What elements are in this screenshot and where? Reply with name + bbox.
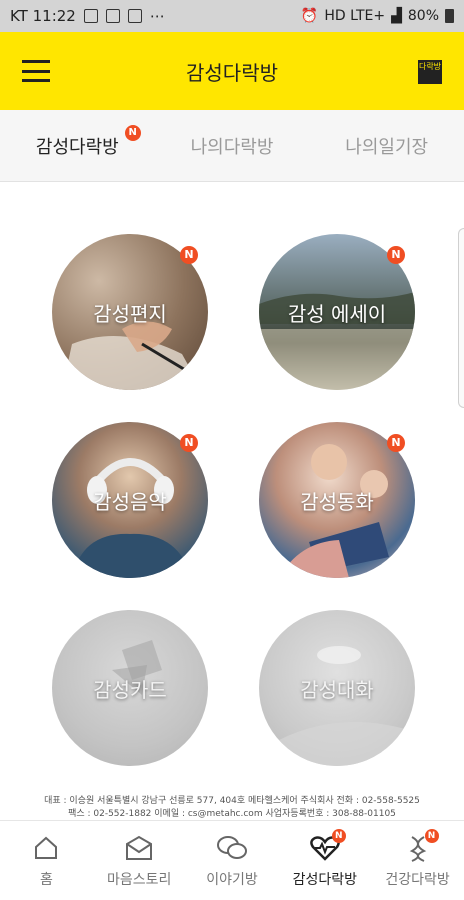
- item-label: 감성음악: [93, 489, 167, 514]
- new-badge: N: [124, 124, 141, 141]
- company-info-line: 대표 : 이승원 서울특별시 강남구 선릉로 577, 404호 메타헬스케어 …: [44, 796, 420, 806]
- photo-notification-icon: [127, 9, 142, 23]
- alarm-icon: ⏰: [300, 8, 319, 24]
- company-info: 대표 : 이승원 서울특별시 강남구 선릉로 577, 404호 메타헬스케어 …: [0, 792, 464, 822]
- nav-label: 감성다락방: [292, 872, 357, 888]
- app-logo[interactable]: 다락방: [418, 60, 442, 84]
- nav-label: 이야기방: [206, 872, 258, 888]
- nav-label: 마음스토리: [106, 872, 172, 888]
- talk-image: 감성대화: [259, 610, 415, 766]
- app-logo-text: 다락방: [418, 62, 442, 71]
- grid-item-talk[interactable]: 감성대화: [259, 610, 415, 766]
- content-grid: 감성편지 N 감성 에세이 N 감성음악 N 감성동화 N 감성카드 감성대화: [0, 182, 464, 792]
- item-label: 감성편지: [93, 301, 167, 326]
- nav-iyagibang[interactable]: 이야기방: [186, 821, 279, 900]
- grid-item-story[interactable]: 감성동화 N: [259, 422, 415, 578]
- network-indicator: HD LTE+: [324, 8, 386, 24]
- nav-home[interactable]: 홈: [0, 821, 93, 900]
- new-badge: N: [331, 829, 346, 843]
- tab-label: 나의다락방: [190, 136, 274, 158]
- app-bar: 감성다락방 다락방: [0, 32, 464, 110]
- tab-gamsung-darakbang[interactable]: 감성다락방 N: [0, 124, 155, 159]
- tab-bar: 감성다락방 N 나의다락방 나의일기장: [0, 110, 464, 182]
- nav-maeum-story[interactable]: 마음스토리: [93, 821, 186, 900]
- menu-icon[interactable]: [22, 60, 50, 82]
- nav-label: 건강다락방: [385, 872, 450, 888]
- image-notification-icon: [83, 9, 98, 23]
- carrier-time: KT 11:22: [10, 7, 76, 25]
- tab-label: 감성다락방: [35, 136, 119, 158]
- status-bar: KT 11:22 ⋯ ⏰ HD LTE+ ▟ 80%: [0, 0, 464, 32]
- side-drawer-handle[interactable]: [458, 228, 464, 408]
- chat-bubbles-icon: [215, 833, 249, 863]
- envelope-icon: [122, 833, 156, 863]
- card-image: 감성카드: [52, 610, 208, 766]
- new-badge: N: [180, 246, 198, 264]
- nav-geongang-darakbang[interactable]: N 건강다락방: [371, 821, 464, 900]
- grid-item-letter[interactable]: 감성편지 N: [52, 234, 208, 390]
- tab-label: 나의일기장: [345, 136, 429, 158]
- home-icon: [29, 833, 63, 863]
- bottom-navigation: 홈 마음스토리 이야기방 N 감성다락방 N 건강다락방: [0, 820, 464, 900]
- battery-level: 80%: [407, 8, 439, 24]
- app-title: 감성다락방: [186, 60, 278, 85]
- signal-icon: ▟: [391, 8, 402, 24]
- nav-label: 홈: [39, 872, 53, 888]
- new-badge: N: [387, 434, 405, 452]
- grid-item-music[interactable]: 감성음악 N: [52, 422, 208, 578]
- item-label: 감성 에세이: [287, 301, 387, 326]
- item-label: 감성대화: [300, 677, 374, 702]
- new-badge: N: [180, 434, 198, 452]
- item-label: 감성동화: [300, 489, 374, 514]
- tab-my-darakbang[interactable]: 나의다락방: [155, 133, 310, 159]
- grid-item-essay[interactable]: 감성 에세이 N: [259, 234, 415, 390]
- battery-icon: [445, 9, 454, 23]
- new-badge: N: [424, 829, 439, 843]
- dna-icon: N: [401, 829, 439, 863]
- grid-item-card[interactable]: 감성카드: [52, 610, 208, 766]
- tab-my-diary[interactable]: 나의일기장: [309, 133, 464, 159]
- more-notifications-icon: ⋯: [149, 7, 165, 25]
- new-badge: N: [387, 246, 405, 264]
- item-label: 감성카드: [93, 677, 167, 702]
- app-notification-icon: [105, 9, 120, 23]
- nav-gamsung-darakbang[interactable]: N 감성다락방: [278, 821, 371, 900]
- heart-pulse-icon: N: [308, 829, 346, 863]
